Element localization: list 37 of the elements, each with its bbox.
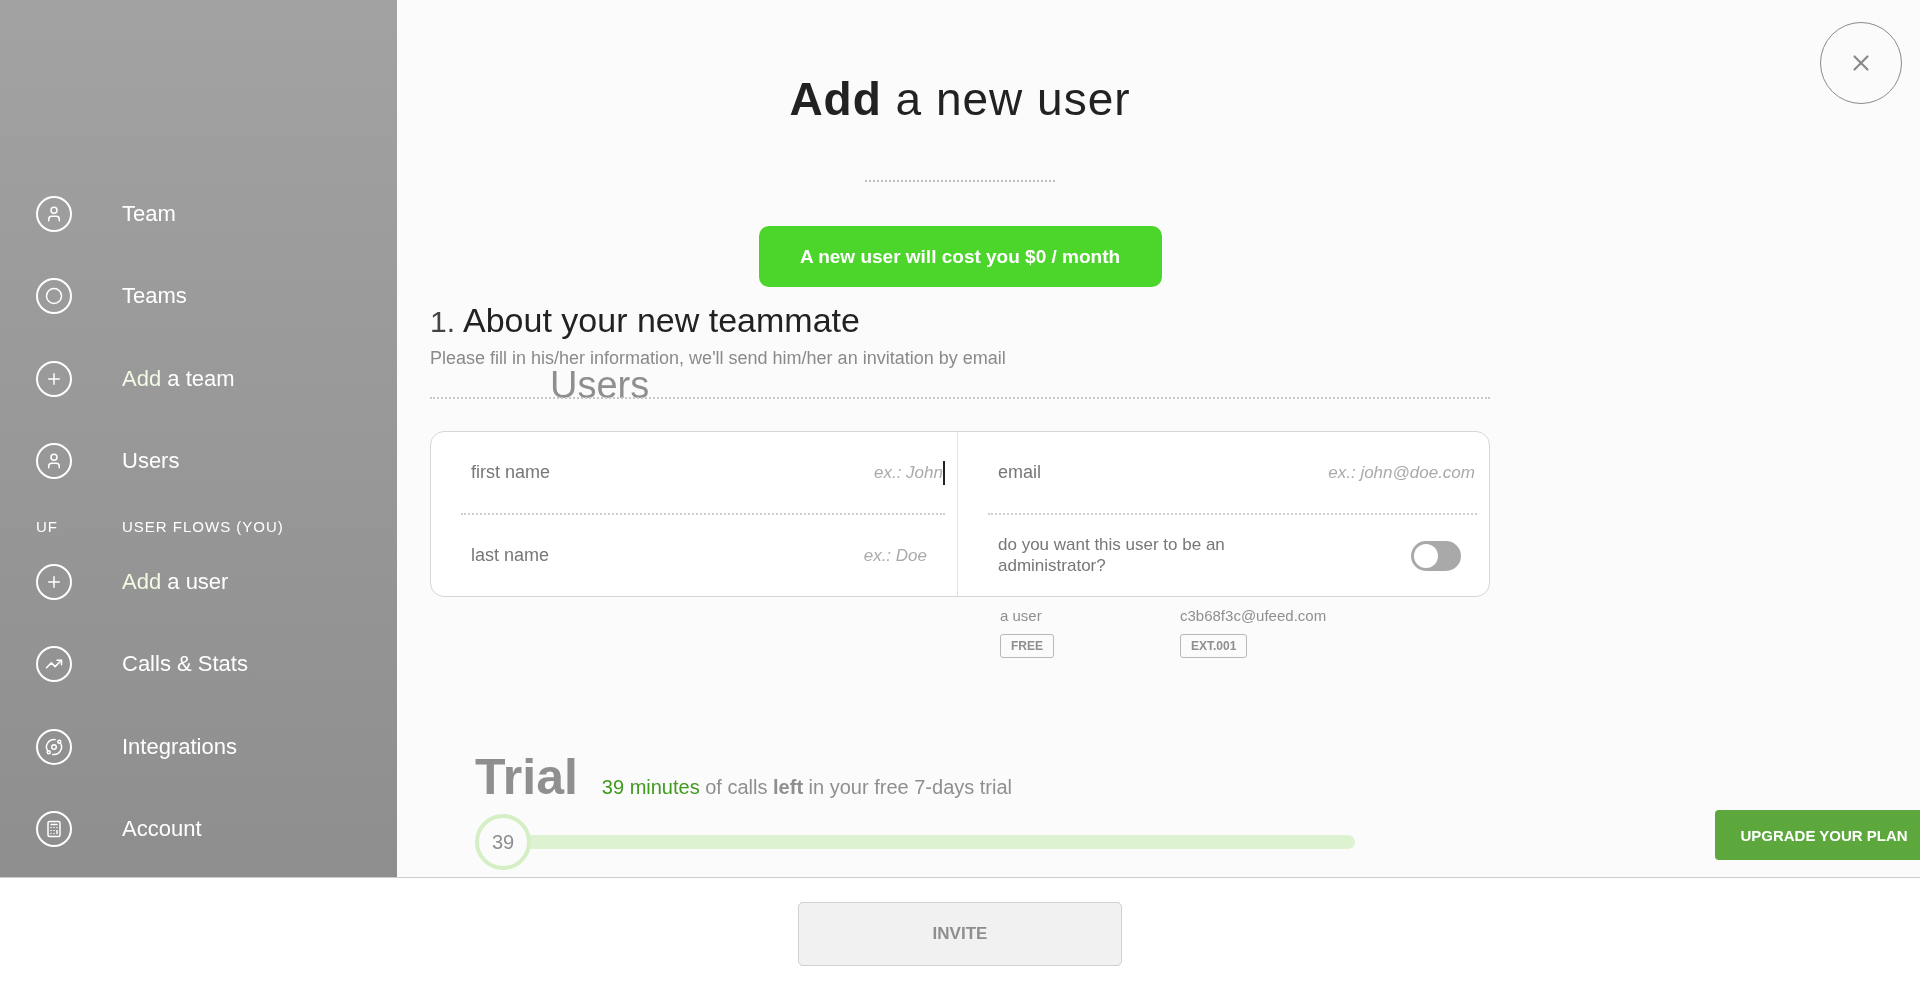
nav-item[interactable]: Team [122,201,176,228]
nav-item[interactable]: Calls & Stats [122,651,248,678]
nav-section-label: USER FLOWS (YOU) [122,517,284,535]
nav-item[interactable]: Users [122,447,180,474]
field-label: email [998,462,1041,483]
upgrade-button[interactable]: UPGRADE YOUR PLAN [1715,810,1920,860]
text-field[interactable]: ex.: john@doe.com [1277,460,1477,485]
admin-toggle[interactable] [1411,540,1461,571]
chart-icon [36,646,72,683]
calculator-icon [36,810,72,847]
nav-item[interactable]: Account [122,815,202,842]
user-tag: FREE [1000,634,1054,658]
admin-label: do you want this user to be an administrator? [998,535,1226,576]
user-email: c3b68f3c@ufeed.com [1180,607,1328,624]
circle-icon [36,278,72,315]
user-icon [36,196,72,233]
user-initials: UF [36,517,59,535]
step-title: 1. About your new teammate [430,301,861,340]
nav-item[interactable]: Integrations [122,733,237,760]
orbit-icon [36,728,72,765]
plus-icon [36,564,72,601]
trial-title: Trial [475,748,578,806]
modal-title: Add a new user [789,72,1131,126]
text-field[interactable]: ex.: John [745,460,945,485]
cost-button[interactable]: A new user will cost you $0 / month [758,226,1162,287]
field-label: first name [471,462,551,483]
trial-text: 39 minutes of calls left in your free 7-days trial [601,776,1013,799]
field-label: last name [471,545,550,566]
user-tag: EXT.001 [1180,634,1248,658]
nav-item[interactable]: Add a user [122,569,229,596]
user-icon [36,442,72,479]
minutes-badge: 39 [475,814,531,870]
plus-icon [36,360,72,397]
nav-item[interactable]: Add a team [122,365,235,392]
user-name: a user [1000,607,1043,624]
nav-item[interactable]: Teams [122,283,187,310]
text-field[interactable]: ex.: Doe [729,543,929,568]
